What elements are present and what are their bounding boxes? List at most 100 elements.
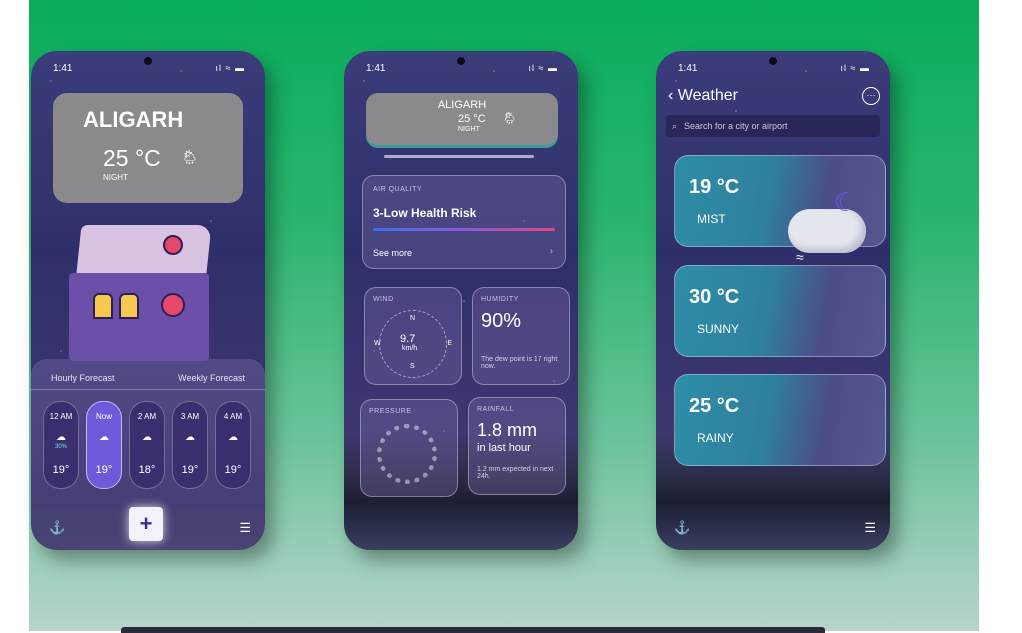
mist-lines-icon: ≈ (796, 249, 804, 265)
hour-label: Now (95, 412, 112, 421)
house-round-window (161, 293, 185, 317)
cloud-icon: ☁ (99, 432, 109, 443)
wind-unit: km/h (402, 345, 418, 352)
more-options-icon[interactable]: ··· (862, 87, 880, 105)
search-input[interactable]: ⌕ Search for a city or airport (666, 115, 880, 137)
air-quality-value: 3-Low Health Risk (373, 206, 477, 220)
card-condition: RAINY (697, 431, 734, 445)
status-bar: 1:41 ıl ≈ ▬ (31, 63, 265, 77)
city-weather-card[interactable]: 30 °C SUNNY (674, 265, 886, 357)
card-temp: 19 °C (689, 176, 740, 198)
tab-bar: ⚓ ☰ (656, 508, 890, 550)
rainfall-card[interactable]: RAINFALL 1.8 mm in last hour 1.2 mm expe… (468, 397, 566, 495)
air-quality-card[interactable]: AIR QUALITY 3-Low Health Risk See more › (362, 175, 566, 269)
cloud-moon-icon: ☾ ≈ (788, 187, 872, 265)
card-temp: 30 °C (689, 286, 740, 308)
hour-label: 2 AM (137, 412, 157, 421)
city-name: ALIGARH (83, 107, 184, 132)
status-time: 1:41 (53, 63, 73, 74)
humidity-card[interactable]: HUMIDITY 90% The dew point is 17 right n… (472, 287, 570, 385)
tab-weekly-forecast[interactable]: Weekly Forecast (178, 373, 245, 383)
card-condition: MIST (697, 212, 726, 226)
humidity-value: 90% (481, 310, 522, 332)
status-icons: ıl ≈ ▬ (528, 63, 558, 73)
location-card-compact[interactable]: ALIGARH 25 °C NIGHT 🌦 (366, 93, 558, 145)
compass-east: E (447, 340, 452, 347)
house-wall (69, 273, 209, 361)
house-window (93, 293, 113, 319)
city-weather-card[interactable]: 25 °C RAINY (674, 374, 886, 466)
air-quality-label: AIR QUALITY (373, 186, 423, 193)
hour-temp: 18° (138, 464, 156, 476)
period-label: NIGHT (458, 126, 480, 133)
hour-pill[interactable]: 3 AM ☁ 19° (172, 401, 208, 489)
hour-label: 12 AM (49, 412, 73, 421)
rainfall-value: 1.8 mm (477, 420, 538, 440)
hour-label: 3 AM (180, 412, 200, 421)
wind-speed: 9.7 (400, 333, 416, 345)
hour-temp: 19° (95, 464, 113, 476)
map-pin-icon[interactable]: ⚓ (674, 520, 690, 536)
pressure-card[interactable]: PRESSURE (360, 399, 458, 497)
period-label: NIGHT (103, 173, 128, 182)
add-button[interactable]: + (129, 507, 163, 541)
status-icons: ıl ≈ ▬ (215, 63, 245, 73)
location-card[interactable]: ALIGARH 25 °C NIGHT 🌦 (53, 93, 243, 203)
hour-temp: 19° (52, 464, 70, 476)
list-icon[interactable]: ☰ (239, 520, 251, 536)
current-temp: 25 °C (458, 113, 486, 125)
weather-icon: 🌦 (181, 149, 199, 165)
camera-notch (144, 57, 152, 65)
status-time: 1:41 (678, 63, 698, 74)
city-name: ALIGARH (437, 99, 487, 111)
hour-temp: 19° (181, 464, 199, 476)
hour-pill[interactable]: 12 AM ☁ 30% 19° (43, 401, 79, 489)
map-pin-icon[interactable]: ⚓ (49, 520, 65, 536)
camera-notch (457, 57, 465, 65)
moon-icon: ☾ (834, 187, 858, 217)
humidity-desc: The dew point is 17 right now. (481, 356, 558, 370)
precip-chance: 30% (54, 444, 67, 450)
humidity-label: HUMIDITY (481, 296, 519, 303)
list-icon[interactable]: ☰ (864, 520, 876, 536)
back-button[interactable]: ‹ Weather (668, 87, 738, 105)
compass-icon: N S W E 9.7 km/h (374, 310, 452, 378)
tab-hourly-forecast[interactable]: Hourly Forecast (51, 373, 115, 383)
card-temp: 25 °C (689, 395, 740, 417)
hour-pill[interactable]: 4 AM ☁ 19° (215, 401, 251, 489)
drag-handle[interactable] (384, 155, 534, 158)
status-time: 1:41 (366, 63, 386, 74)
pressure-gauge-icon (377, 424, 437, 484)
chevron-right-icon: › (549, 246, 553, 257)
compass-south: S (410, 363, 415, 370)
see-more-link[interactable]: See more (373, 248, 412, 258)
status-bar: 1:41 ıl ≈ ▬ (344, 63, 578, 77)
status-icons: ıl ≈ ▬ (840, 63, 870, 73)
card-condition: SUNNY (697, 322, 740, 336)
house-illustration (69, 215, 219, 361)
search-placeholder: Search for a city or airport (684, 121, 788, 131)
air-quality-bar (373, 228, 555, 231)
compass-north: N (410, 315, 416, 322)
phone-details: 1:41 ıl ≈ ▬ ALIGARH 25 °C NIGHT 🌦 AIR QU… (344, 51, 578, 550)
hour-label: 4 AM (223, 412, 243, 421)
rainfall-label: RAINFALL (477, 406, 515, 413)
current-temp: 25 °C (103, 145, 161, 171)
compass-west: W (374, 340, 381, 347)
phone-home: 1:41 ıl ≈ ▬ ALIGARH 25 °C NIGHT 🌦 Hourly… (31, 51, 265, 550)
status-bar: 1:41 ıl ≈ ▬ (656, 63, 890, 77)
hour-temp: 19° (224, 464, 242, 476)
hour-pill-active[interactable]: Now ☁ 19° (86, 401, 122, 489)
camera-notch (769, 57, 777, 65)
house-window (119, 293, 139, 319)
hour-pill[interactable]: 2 AM ☁ 18° (129, 401, 165, 489)
weather-icon: 🌦 (502, 111, 518, 125)
phone-locations: 1:41 ıl ≈ ▬ ‹ Weather ··· ⌕ Search for a… (656, 51, 890, 550)
cloud-icon: ☁ (185, 432, 195, 443)
rainfall-desc: 1.2 mm expected in next 24h. (477, 466, 554, 480)
rainfall-sub: in last hour (477, 442, 531, 454)
wind-card[interactable]: WIND N S W E 9.7 km/h (364, 287, 462, 385)
cloud-icon: ☁ (56, 432, 66, 443)
pressure-label: PRESSURE (369, 408, 412, 415)
forecast-panel: Hourly Forecast Weekly Forecast 12 AM ☁ … (31, 359, 265, 509)
